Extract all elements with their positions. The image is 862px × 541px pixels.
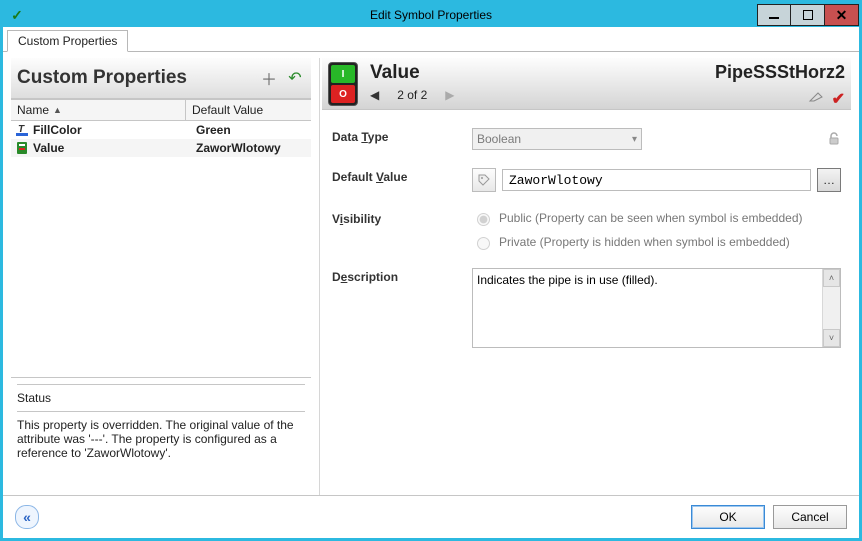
window-root: ✓ Edit Symbol Properties ✕ Custom Proper… <box>0 0 862 541</box>
tab-custom-properties[interactable]: Custom Properties <box>7 30 128 52</box>
font-color-icon: T <box>15 123 29 137</box>
property-header: I O Value ◀ 2 of 2 ▶ PipeSSStHorz2 <box>322 58 851 110</box>
add-property-button[interactable]: ＋ <box>259 68 279 88</box>
prev-property-button[interactable]: ◀ <box>370 88 379 102</box>
cancel-button[interactable]: Cancel <box>773 505 847 529</box>
next-property-button[interactable]: ▶ <box>445 88 454 102</box>
visibility-private-label: Private (Property is hidden when symbol … <box>499 235 790 249</box>
property-form: Data Type Boolean ▾ Default Va <box>322 110 851 495</box>
lock-icon <box>827 132 841 146</box>
right-panel: I O Value ◀ 2 of 2 ▶ PipeSSStHorz2 <box>319 58 851 495</box>
data-type-label: Data Type <box>332 128 472 144</box>
data-type-select: Boolean ▾ <box>472 128 642 150</box>
property-title: Value <box>370 62 715 84</box>
dialog-footer: « OK Cancel <box>3 495 859 538</box>
properties-header: Custom Properties ＋ ↶ <box>11 58 311 99</box>
ok-button[interactable]: OK <box>691 505 765 529</box>
close-button[interactable]: ✕ <box>825 4 859 26</box>
row-name: Value <box>33 141 64 155</box>
data-type-value: Boolean <box>477 132 521 146</box>
svg-text:T: T <box>18 124 25 135</box>
column-name-label: Name <box>17 103 49 117</box>
chevron-down-icon: ▾ <box>632 134 637 145</box>
window-title: Edit Symbol Properties <box>3 8 859 22</box>
properties-grid-body: T FillColor Green Value Z <box>11 121 311 378</box>
app-icon: ✓ <box>9 7 25 23</box>
table-row[interactable]: T FillColor Green <box>11 121 311 139</box>
properties-header-title: Custom Properties <box>17 67 253 89</box>
status-message: This property is overridden. The origina… <box>17 418 305 460</box>
property-pager: ◀ 2 of 2 ▶ <box>370 88 715 102</box>
main-area: Custom Properties ＋ ↶ Name ▲ Default Val… <box>3 52 859 495</box>
row-description: Description ˄ ˅ <box>332 268 841 348</box>
pager-label: 2 of 2 <box>397 88 427 102</box>
visibility-label: Visibility <box>332 210 472 226</box>
visibility-private-radio[interactable]: Private (Property is hidden when symbol … <box>472 234 803 250</box>
properties-grid-header: Name ▲ Default Value <box>11 99 311 121</box>
column-default-label: Default Value <box>192 103 263 117</box>
scrollbar[interactable]: ˄ ˅ <box>822 269 840 347</box>
row-data-type: Data Type Boolean ▾ <box>332 128 841 150</box>
row-value: ZaworWlotowy <box>190 141 281 155</box>
description-label: Description <box>332 268 472 284</box>
tabstrip: Custom Properties <box>3 27 859 52</box>
row-name: FillColor <box>33 123 82 137</box>
minimize-button[interactable] <box>757 4 791 26</box>
sort-asc-icon: ▲ <box>53 105 62 115</box>
revert-button[interactable]: ↶ <box>285 68 305 88</box>
titlebar: ✓ Edit Symbol Properties ✕ <box>3 3 859 27</box>
column-name-header[interactable]: Name ▲ <box>11 100 186 120</box>
scroll-up-icon[interactable]: ˄ <box>823 269 840 287</box>
status-panel: Status This property is overridden. The … <box>11 378 311 466</box>
column-default-header[interactable]: Default Value <box>186 103 263 117</box>
table-row[interactable]: Value ZaworWlotowy <box>11 139 311 157</box>
left-panel: Custom Properties ＋ ↶ Name ▲ Default Val… <box>11 58 311 495</box>
apply-button[interactable]: ✔ <box>832 89 845 109</box>
boolean-toggle-icon: I O <box>328 62 358 106</box>
row-visibility: Visibility Public (Property can be seen … <box>332 210 841 250</box>
symbol-name: PipeSSStHorz2 <box>715 62 845 83</box>
default-value-input[interactable] <box>502 169 811 191</box>
value-icon <box>15 141 29 155</box>
scroll-down-icon[interactable]: ˅ <box>823 329 840 347</box>
row-value: Green <box>190 123 231 137</box>
status-title: Status <box>17 391 305 405</box>
row-default-value: Default Value … <box>332 168 841 192</box>
clear-button[interactable] <box>808 89 824 109</box>
default-value-label: Default Value <box>332 168 472 184</box>
expand-button[interactable]: « <box>15 505 39 529</box>
visibility-public-label: Public (Property can be seen when symbol… <box>499 211 803 225</box>
description-textarea[interactable] <box>473 269 822 347</box>
window-controls: ✕ <box>757 4 859 26</box>
maximize-button[interactable] <box>791 4 825 26</box>
properties-panel: Custom Properties ＋ ↶ Name ▲ Default Val… <box>11 58 311 378</box>
visibility-public-radio[interactable]: Public (Property can be seen when symbol… <box>472 210 803 226</box>
tag-picker-button[interactable] <box>472 168 496 192</box>
description-box: ˄ ˅ <box>472 268 841 348</box>
browse-button[interactable]: … <box>817 168 841 192</box>
